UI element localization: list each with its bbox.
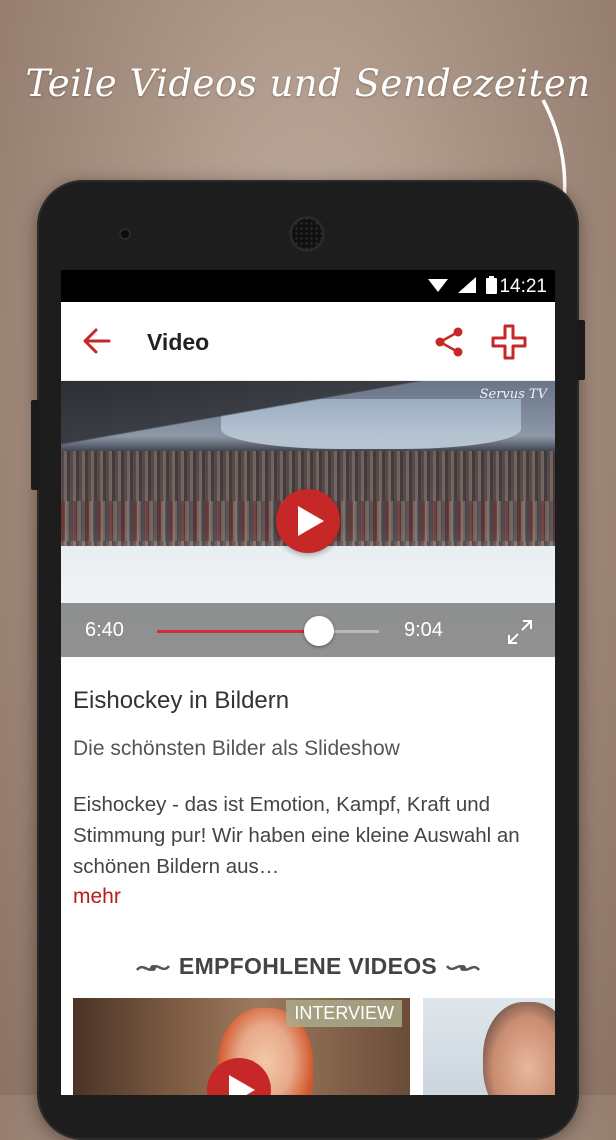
app-bar: Video xyxy=(61,302,555,381)
status-time: 14:21 xyxy=(499,276,547,297)
channel-logo: Servus TV xyxy=(479,387,547,402)
recommended-video-card[interactable] xyxy=(423,998,555,1095)
page-title: Video xyxy=(147,329,210,355)
ornament-right-icon xyxy=(446,964,481,971)
current-time: 6:40 xyxy=(85,619,124,641)
recommended-list: INTERVIEW xyxy=(73,998,555,1095)
seek-progress xyxy=(157,630,320,633)
video-subtitle: Die schönsten Bilder als Slideshow xyxy=(73,737,400,760)
recommended-heading-row: EMPFOHLENE VIDEOS xyxy=(73,953,543,980)
video-controls: 6:40 9:04 xyxy=(61,603,555,657)
play-icon xyxy=(298,506,324,536)
video-description: Eishockey - das ist Emotion, Kampf, Kraf… xyxy=(73,793,520,878)
back-arrow-icon[interactable] xyxy=(83,328,111,354)
add-icon[interactable] xyxy=(489,322,529,362)
ornament-left-icon xyxy=(135,964,170,971)
duration: 9:04 xyxy=(404,619,443,641)
video-badge: INTERVIEW xyxy=(286,1000,402,1027)
power-button xyxy=(577,320,585,380)
sensor xyxy=(119,228,131,240)
video-player[interactable]: Servus TV 6:40 9:04 xyxy=(61,381,555,657)
signal-icon xyxy=(458,277,476,293)
fullscreen-icon[interactable] xyxy=(505,617,535,647)
seek-bar[interactable] xyxy=(157,616,379,646)
share-icon[interactable] xyxy=(433,326,465,358)
seek-handle[interactable] xyxy=(304,616,335,646)
video-details: Eishockey in Bildern Die schönsten Bilde… xyxy=(61,687,555,1095)
play-icon xyxy=(229,1075,255,1095)
speaker-grille xyxy=(289,216,325,252)
status-bar: 14:21 xyxy=(61,270,555,302)
battery-icon xyxy=(486,276,497,294)
volume-button xyxy=(31,400,39,490)
recommended-heading: EMPFOHLENE VIDEOS xyxy=(178,953,438,979)
wifi-icon xyxy=(428,279,448,292)
screen: 14:21 Video Servus TV 6:40 9:04 Eishocke… xyxy=(61,270,555,1095)
more-link[interactable]: mehr xyxy=(73,885,543,909)
play-button[interactable] xyxy=(276,489,340,553)
recommended-video-card[interactable]: INTERVIEW xyxy=(73,998,410,1095)
video-title: Eishockey in Bildern xyxy=(73,687,290,714)
thumbnail-person xyxy=(483,1002,555,1095)
